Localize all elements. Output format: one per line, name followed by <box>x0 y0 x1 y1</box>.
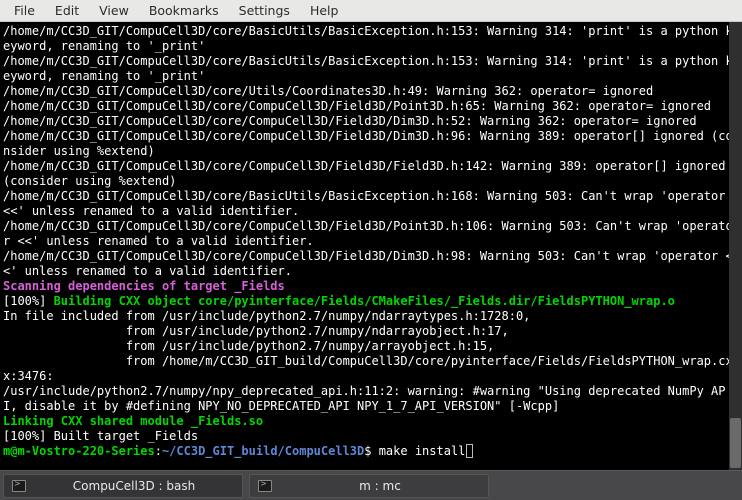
cursor <box>466 444 473 458</box>
menu-file[interactable]: File <box>4 0 45 21</box>
terminal-line: /home/m/CC3D_GIT/CompuCell3D/core/BasicU… <box>3 54 739 84</box>
command-input[interactable]: make install <box>379 444 466 458</box>
terminal-line: /home/m/CC3D_GIT/CompuCell3D/core/CompuC… <box>3 159 739 189</box>
terminal-line: /usr/include/python2.7/numpy/npy_depreca… <box>3 384 739 414</box>
taskbar-label: m : mc <box>280 479 480 493</box>
terminal-line: In file included from /usr/include/pytho… <box>3 309 739 324</box>
terminal-line: /home/m/CC3D_GIT/CompuCell3D/core/CompuC… <box>3 114 739 129</box>
taskbar-label: CompuCell3D : bash <box>34 479 234 493</box>
menu-help[interactable]: Help <box>300 0 349 21</box>
terminal-line: from /usr/include/python2.7/numpy/arrayo… <box>3 339 739 354</box>
terminal-line: /home/m/CC3D_GIT/CompuCell3D/core/BasicU… <box>3 24 739 54</box>
terminal-prompt-line: m@m-Vostro-220-Series:~/CC3D_GIT_build/C… <box>3 444 739 459</box>
terminal-line: from /usr/include/python2.7/numpy/ndarra… <box>3 324 739 339</box>
terminal-line: /home/m/CC3D_GIT/CompuCell3D/core/CompuC… <box>3 129 739 159</box>
terminal-line: /home/m/CC3D_GIT/CompuCell3D/core/CompuC… <box>3 99 739 114</box>
scrollbar-thumb[interactable] <box>730 418 741 468</box>
terminal-icon <box>258 480 272 492</box>
menu-view[interactable]: View <box>89 0 139 21</box>
terminal-output[interactable]: /home/m/CC3D_GIT/CompuCell3D/core/BasicU… <box>0 22 742 470</box>
terminal-line: Linking CXX shared module _Fields.so <box>3 414 739 429</box>
terminal-line: [100%] Built target _Fields <box>3 429 739 444</box>
menu-settings[interactable]: Settings <box>229 0 300 21</box>
terminal-icon <box>12 480 26 492</box>
taskbar: CompuCell3D : bash m : mc <box>0 470 742 500</box>
menu-edit[interactable]: Edit <box>45 0 89 21</box>
taskbar-item-mc[interactable]: m : mc <box>249 474 489 498</box>
terminal-line: /home/m/CC3D_GIT/CompuCell3D/core/CompuC… <box>3 219 739 249</box>
terminal-line: Scanning dependencies of target _Fields <box>3 279 739 294</box>
scrollbar[interactable] <box>729 22 742 470</box>
terminal-line: from /home/m/CC3D_GIT_build/CompuCell3D/… <box>3 354 739 384</box>
taskbar-item-compucell3d[interactable]: CompuCell3D : bash <box>3 474 243 498</box>
terminal-line: [100%] Building CXX object core/pyinterf… <box>3 294 739 309</box>
menubar: File Edit View Bookmarks Settings Help <box>0 0 742 22</box>
terminal-line: /home/m/CC3D_GIT/CompuCell3D/core/BasicU… <box>3 189 739 219</box>
terminal-line: /home/m/CC3D_GIT/CompuCell3D/core/CompuC… <box>3 249 739 279</box>
menu-bookmarks[interactable]: Bookmarks <box>139 0 229 21</box>
terminal-line: /home/m/CC3D_GIT/CompuCell3D/core/Utils/… <box>3 84 739 99</box>
